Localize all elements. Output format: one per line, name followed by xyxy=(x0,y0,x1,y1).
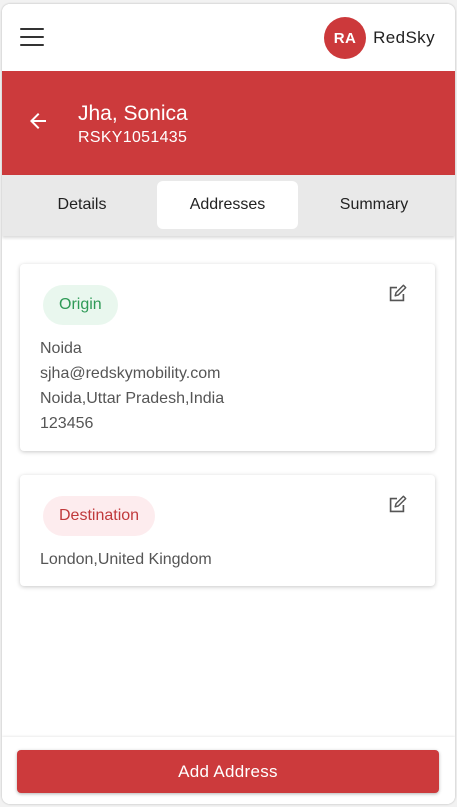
address-line: Noida,Uttar Pradesh,India xyxy=(40,390,225,407)
app-frame: RA RedSky Jha, Sonica RSKY1051435 Detail… xyxy=(2,4,455,804)
address-lines: London,United Kingdom xyxy=(40,547,212,572)
tab-addresses[interactable]: Addresses xyxy=(157,181,298,229)
bottom-action-bar: Add Address xyxy=(2,737,455,804)
record-header: Jha, Sonica RSKY1051435 xyxy=(2,71,455,175)
menu-icon[interactable] xyxy=(20,28,44,46)
add-address-button[interactable]: Add Address xyxy=(17,750,439,793)
person-id: RSKY1051435 xyxy=(78,129,188,146)
top-app-bar: RA RedSky xyxy=(2,4,455,71)
tab-summary[interactable]: Summary xyxy=(303,181,445,229)
address-lines: Noida sjha@redskymobility.com Noida,Utta… xyxy=(40,336,224,436)
person-name: Jha, Sonica xyxy=(78,102,188,125)
address-type-badge: Origin xyxy=(43,285,118,325)
brand: RA RedSky xyxy=(324,17,435,59)
address-card-origin: Origin Noida sjha@redskymobility.com Noi… xyxy=(20,264,435,451)
address-line: 123456 xyxy=(40,415,94,432)
address-type-badge: Destination xyxy=(43,496,156,536)
tab-details[interactable]: Details xyxy=(12,181,152,229)
edit-icon[interactable] xyxy=(386,283,408,305)
tab-bar: Details Addresses Summary xyxy=(2,175,455,236)
address-line: London,United Kingdom xyxy=(40,551,212,568)
avatar[interactable]: RA xyxy=(324,17,367,59)
address-line: Noida xyxy=(40,340,82,357)
back-arrow-icon[interactable] xyxy=(26,109,50,133)
address-line: sjha@redskymobility.com xyxy=(40,365,221,382)
edit-icon[interactable] xyxy=(386,494,408,516)
brand-name: RedSky xyxy=(373,28,435,47)
address-card-destination: Destination London,United Kingdom xyxy=(20,475,435,586)
